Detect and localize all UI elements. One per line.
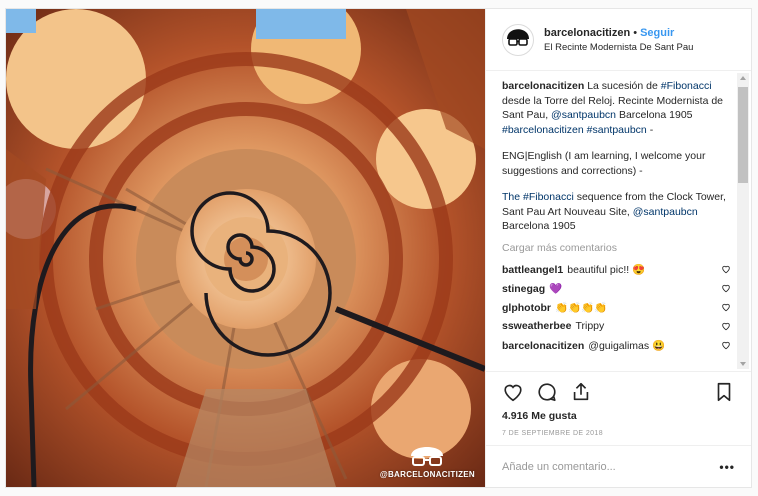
comment-username[interactable]: barcelonacitizen [502, 340, 584, 352]
comment-heart-icon[interactable] [721, 264, 731, 274]
header-info: barcelonacitizen • Seguir El Recinte Moder… [544, 27, 693, 53]
comments-area[interactable]: barcelonacitizen La sucesión de #Fibonac… [486, 71, 751, 371]
comment-username[interactable]: ssweatherbee [502, 320, 571, 332]
post-photo[interactable]: @BARCELONACITIZEN [6, 9, 485, 487]
watermark-text: @BARCELONACITIZEN [379, 470, 475, 479]
hashtag-barcelonacitizen[interactable]: #barcelonacitizen [502, 124, 584, 136]
post-actions: 4.916 Me gusta 7 DE SEPTIEMBRE DE 2018 [486, 371, 751, 447]
comment-row: battleangel1 beautiful pic!! 😍 [502, 260, 731, 279]
comment-username[interactable]: glphotobr [502, 302, 551, 314]
avatar-face-icon [507, 28, 529, 46]
mention-santpaubcn[interactable]: @santpaubcn [551, 109, 616, 121]
comment-content: battleangel1 beautiful pic!! 😍 [502, 263, 645, 276]
scroll-down-arrow-icon[interactable] [740, 362, 746, 366]
avatar[interactable] [502, 23, 534, 56]
caption-text-1a: La sucesión de [587, 80, 658, 92]
comment-text: 👏👏👏👏 [554, 301, 608, 314]
comments-scrollbar[interactable] [737, 73, 749, 369]
comment-row: glphotobr 👏👏👏👏 [502, 298, 731, 317]
comment-username[interactable]: battleangel1 [502, 264, 563, 276]
caption-paragraph-3: The #Fibonacci sequence from the Clock T… [502, 190, 731, 234]
hashtag-santpaubcn[interactable]: #santpaubcn [587, 124, 647, 136]
comment-heart-icon[interactable] [721, 321, 731, 331]
follow-button[interactable]: Seguir [640, 27, 674, 39]
comment-text: beautiful pic!! 😍 [567, 263, 646, 276]
comment-content: glphotobr 👏👏👏👏 [502, 301, 607, 314]
caption-text-1d: - [649, 123, 654, 136]
caption-paragraph-2: ENG|English (I am learning, I welcome yo… [502, 150, 706, 177]
header-top-line: barcelonacitizen • Seguir [544, 27, 693, 39]
post-modal: @BARCELONACITIZEN barcelonacitizen • Segui… [5, 8, 752, 488]
location-link[interactable]: El Recinte Modernista De Sant Pau [544, 42, 693, 53]
action-icons [502, 378, 735, 406]
comment-text: 💜 [549, 282, 563, 295]
add-comment-bar: ••• [486, 445, 751, 487]
add-comment-input[interactable] [502, 460, 720, 473]
post-header: barcelonacitizen • Seguir El Recinte Moder… [486, 9, 751, 71]
caption-text-3b: Barcelona 1905 [502, 220, 576, 232]
comment-icon[interactable] [536, 381, 558, 403]
comment-text: @guigalimas 😃 [588, 339, 666, 352]
watermark-face-icon [411, 447, 444, 466]
hashtag-fibonacci[interactable]: #Fibonacci [661, 80, 712, 92]
comment-row: barcelonacitizen @guigalimas 😃 [502, 336, 731, 355]
post-date: 7 DE SEPTIEMBRE DE 2018 [502, 430, 604, 437]
comment-heart-icon[interactable] [721, 302, 731, 312]
comment-heart-icon[interactable] [721, 340, 731, 350]
caption-username[interactable]: barcelonacitizen [502, 80, 584, 92]
caption: barcelonacitizen La sucesión de #Fibonac… [502, 79, 731, 234]
comment-username[interactable]: stinegag [502, 283, 545, 295]
comment-content: stinegag 💜 [502, 282, 562, 295]
header-username[interactable]: barcelonacitizen [544, 27, 630, 39]
scroll-up-arrow-icon[interactable] [740, 76, 746, 80]
bookmark-icon[interactable] [713, 381, 735, 403]
share-icon[interactable] [570, 381, 592, 403]
hashtag-fibonacci-en[interactable]: The #Fibonacci [502, 191, 574, 203]
spiral-staircase-image [6, 9, 485, 487]
separator-dot: • [633, 26, 638, 39]
comment-content: ssweatherbee Trippy [502, 320, 604, 332]
like-count[interactable]: 4.916 Me gusta [502, 410, 735, 422]
comment-heart-icon[interactable] [721, 283, 731, 293]
comment-row: stinegag 💜 [502, 279, 731, 298]
caption-paragraph-1: barcelonacitizen La sucesión de #Fibonac… [502, 79, 731, 137]
load-more-comments[interactable]: Cargar más comentarios [502, 242, 731, 254]
more-options-icon[interactable]: ••• [719, 460, 735, 474]
scrollbar-thumb[interactable] [738, 87, 748, 183]
caption-text-1c: Barcelona 1905 [618, 109, 693, 121]
heart-icon[interactable] [502, 381, 524, 403]
mention-santpaubcn-en[interactable]: @santpaubcn [633, 206, 698, 218]
comment-text: Trippy [575, 320, 605, 332]
post-sidebar: barcelonacitizen • Seguir El Recinte Moder… [485, 9, 751, 487]
comment-content: barcelonacitizen @guigalimas 😃 [502, 339, 665, 352]
comment-row: ssweatherbee Trippy [502, 317, 731, 336]
watermark: @BARCELONACITIZEN [380, 442, 475, 479]
